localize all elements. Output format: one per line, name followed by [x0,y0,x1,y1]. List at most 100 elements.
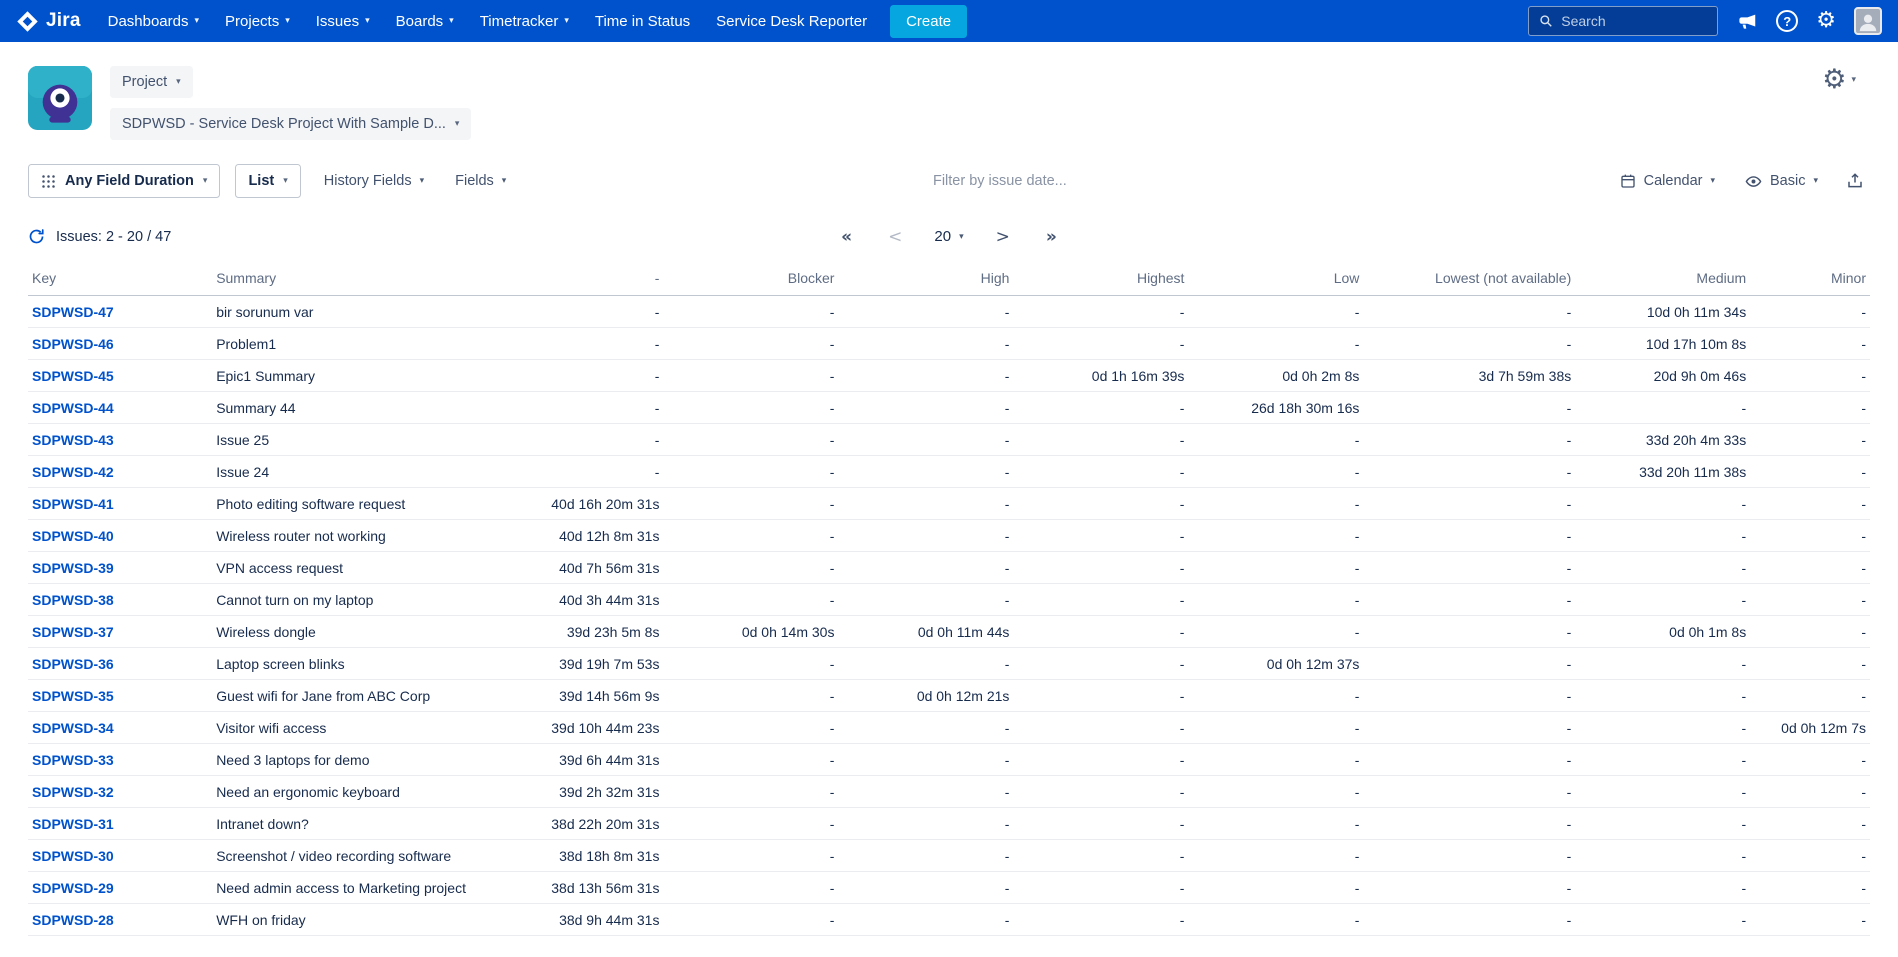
issue-key-link[interactable]: SDPWSD-41 [32,496,114,512]
issue-key-link[interactable]: SDPWSD-30 [32,848,114,864]
create-button[interactable]: Create [890,5,967,38]
nav-search-box[interactable] [1528,6,1718,36]
issue-key-link[interactable]: SDPWSD-44 [32,400,114,416]
issue-key-link[interactable]: SDPWSD-34 [32,720,114,736]
duration-cell: - [1013,488,1188,520]
column-header-summary[interactable]: Summary [212,261,516,296]
issue-key-cell: SDPWSD-36 [28,648,212,680]
issue-key-link[interactable]: SDPWSD-45 [32,368,114,384]
history-fields-dropdown[interactable]: History Fields ▾ [316,165,432,197]
refresh-button[interactable] [28,228,45,245]
issue-key-link[interactable]: SDPWSD-28 [32,912,114,928]
issue-key-link[interactable]: SDPWSD-43 [32,432,114,448]
duration-cell: - [1013,776,1188,808]
issues-table-body: SDPWSD-47bir sorunum var------10d 0h 11m… [28,296,1870,936]
nav-item-projects[interactable]: Projects▾ [212,0,303,42]
profile-button[interactable] [1854,7,1882,35]
issue-summary: Need 3 laptops for demo [212,744,516,776]
duration-cell: - [838,456,1013,488]
announcements-button[interactable] [1736,10,1758,32]
table-row: SDPWSD-36Laptop screen blinks39d 19h 7m … [28,648,1870,680]
chevron-down-icon: ▾ [283,176,288,186]
page-size-dropdown[interactable]: 20 ▾ [934,228,963,245]
project-header: Project ▾ SDPWSD - Service Desk Project … [0,42,1898,156]
nav-item-dashboards[interactable]: Dashboards▾ [95,0,212,42]
settings-button[interactable]: ⚙ [1816,10,1836,32]
column-header-key[interactable]: Key [28,261,212,296]
column-header-minor[interactable]: Minor [1750,261,1870,296]
duration-cell: - [1575,648,1750,680]
duration-cell: 0d 0h 2m 8s [1188,360,1363,392]
pagination-next-button[interactable]: > [992,225,1014,249]
pagination-first-button[interactable]: « [837,225,856,249]
duration-cell: - [516,392,663,424]
issue-key-cell: SDPWSD-31 [28,808,212,840]
pagination-prev-button[interactable]: < [884,225,906,249]
duration-cell: 0d 0h 14m 30s [663,616,838,648]
duration-cell: - [1188,488,1363,520]
column-header-highest[interactable]: Highest [1013,261,1188,296]
project-select-dropdown[interactable]: SDPWSD - Service Desk Project With Sampl… [110,108,471,140]
column-header-lowest-not-available[interactable]: Lowest (not available) [1363,261,1575,296]
nav-item-timetracker[interactable]: Timetracker▾ [467,0,582,42]
page-settings-button[interactable]: ⚙ ▾ [1822,66,1870,93]
duration-cell: - [1575,392,1750,424]
duration-cell: - [838,360,1013,392]
nav-item-service-desk-reporter[interactable]: Service Desk Reporter [703,0,880,42]
duration-cell: - [1363,616,1575,648]
duration-cell: - [1188,712,1363,744]
duration-cell: - [1575,744,1750,776]
issue-key-link[interactable]: SDPWSD-33 [32,752,114,768]
issue-key-link[interactable]: SDPWSD-47 [32,304,114,320]
basic-view-dropdown[interactable]: Basic ▾ [1737,165,1826,198]
project-scope-dropdown[interactable]: Project ▾ [110,66,193,98]
issue-key-link[interactable]: SDPWSD-37 [32,624,114,640]
issue-key-link[interactable]: SDPWSD-36 [32,656,114,672]
export-button[interactable] [1840,166,1870,196]
issue-key-link[interactable]: SDPWSD-40 [32,528,114,544]
column-header-low[interactable]: Low [1188,261,1363,296]
issue-key-link[interactable]: SDPWSD-39 [32,560,114,576]
column-header-blocker[interactable]: Blocker [663,261,838,296]
issue-key-link[interactable]: SDPWSD-46 [32,336,114,352]
column-header-dash[interactable]: - [516,261,663,296]
issue-key-link[interactable]: SDPWSD-32 [32,784,114,800]
duration-cell: 20d 9h 0m 46s [1575,360,1750,392]
issue-key-link[interactable]: SDPWSD-31 [32,816,114,832]
issue-key-cell: SDPWSD-35 [28,680,212,712]
duration-cell: 39d 10h 44m 23s [516,712,663,744]
nav-item-time-in-status[interactable]: Time in Status [582,0,703,42]
jira-logo[interactable]: Jira [16,10,81,33]
duration-cell: - [1188,616,1363,648]
duration-cell: - [516,456,663,488]
fields-dropdown[interactable]: Fields ▾ [447,165,514,197]
field-duration-dropdown[interactable]: Any Field Duration ▾ [28,164,220,198]
help-button[interactable]: ? [1776,10,1798,32]
nav-item-label: Issues [316,13,359,30]
view-dropdown[interactable]: List ▾ [235,164,300,198]
chevron-down-icon: ▾ [1851,75,1856,85]
calendar-dropdown[interactable]: Calendar ▾ [1612,165,1723,197]
duration-cell: - [1188,872,1363,904]
column-header-medium[interactable]: Medium [1575,261,1750,296]
duration-cell: - [1750,616,1870,648]
issue-key-link[interactable]: SDPWSD-38 [32,592,114,608]
duration-cell: 39d 2h 32m 31s [516,776,663,808]
nav-item-boards[interactable]: Boards▾ [383,0,467,42]
duration-cell: - [1575,776,1750,808]
pagination: « < 20 ▾ > » [837,225,1061,249]
duration-cell: - [1013,456,1188,488]
duration-cell: - [838,808,1013,840]
duration-cell: 33d 20h 11m 38s [1575,456,1750,488]
issue-key-link[interactable]: SDPWSD-35 [32,688,114,704]
pagination-last-button[interactable]: » [1042,225,1061,249]
duration-cell: - [663,648,838,680]
issue-date-filter-input[interactable] [933,173,1193,189]
search-input[interactable] [1561,13,1707,29]
duration-cell: - [1750,872,1870,904]
project-avatar[interactable] [28,66,92,130]
column-header-high[interactable]: High [838,261,1013,296]
issue-key-link[interactable]: SDPWSD-42 [32,464,114,480]
issue-key-link[interactable]: SDPWSD-29 [32,880,114,896]
nav-item-issues[interactable]: Issues▾ [303,0,383,42]
